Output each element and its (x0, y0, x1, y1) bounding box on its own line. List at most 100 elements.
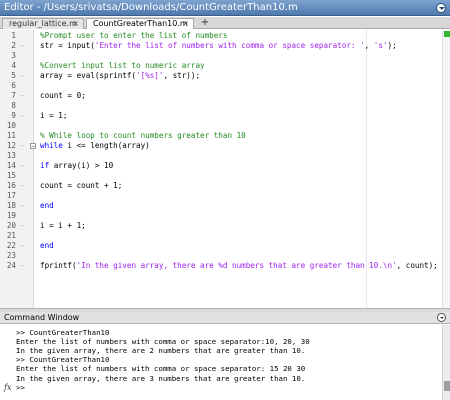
close-tab-icon[interactable]: × (182, 19, 189, 29)
line-number: 3 (11, 51, 16, 60)
breakpoint-marker[interactable]: - (20, 41, 26, 51)
keyword-token: end (40, 241, 54, 250)
command-window-scrollbar[interactable] (442, 325, 450, 400)
code-line[interactable]: 18- end (0, 201, 440, 211)
breakpoint-marker[interactable]: - (20, 91, 26, 101)
code-line[interactable]: 15 (0, 171, 440, 181)
command-window-actions-menu-icon[interactable] (437, 313, 446, 322)
string-token: 'Enter the list of numbers with comma or… (94, 41, 365, 50)
code-token: str = input( (40, 41, 95, 50)
code-token: array = eval(sprintf( (40, 71, 137, 80)
breakpoint-marker[interactable]: - (20, 221, 26, 231)
tab-label: CountGreaterThan10.m (93, 19, 188, 28)
code-line[interactable]: 20- i = i + 1; (0, 221, 440, 231)
command-window[interactable]: >> CountGreaterThan10 Enter the list of n… (0, 325, 450, 400)
add-tab-button[interactable]: + (198, 18, 212, 29)
breakpoint-marker[interactable]: - (20, 201, 26, 211)
code-text: if array(i) > 10 (40, 161, 113, 171)
line-number: 6 (11, 81, 16, 90)
scrollbar-thumb[interactable] (444, 381, 450, 391)
command-prompt[interactable]: >> (16, 383, 29, 392)
code-line[interactable]: 8 (0, 101, 440, 111)
code-analyzer-ok-icon (444, 31, 450, 37)
fold-toggle-icon[interactable]: − (30, 143, 36, 150)
line-number: 23 (6, 251, 16, 260)
keyword-token: end (40, 201, 54, 210)
code-token: i = i + 1; (40, 221, 86, 230)
function-browser-icon[interactable]: fx (4, 383, 11, 392)
code-token: fprintf( (40, 261, 77, 270)
code-token: i <= length(array) (62, 141, 150, 150)
code-line[interactable]: 22- end (0, 241, 440, 251)
breakpoint-marker[interactable]: - (20, 181, 26, 191)
code-line[interactable]: 5- array = eval(sprintf('[%s]', str)); (0, 71, 440, 81)
keyword-token: if (40, 161, 50, 170)
line-number: 8 (11, 101, 16, 110)
comment-token: %Convert input list to numeric array (40, 61, 205, 70)
code-text: %Prompt user to enter the list of number… (40, 31, 227, 41)
command-window-title-bar: Command Window (0, 312, 450, 324)
command-window-title: Command Window (4, 313, 80, 322)
code-line[interactable]: 9- i = 1; (0, 111, 440, 121)
code-line[interactable]: 14- if array(i) > 10 (0, 161, 440, 171)
line-number: 21 (6, 231, 16, 240)
code-line[interactable]: 12- − while i <= length(array) (0, 141, 440, 151)
code-line[interactable]: 3 (0, 51, 440, 61)
code-line[interactable]: 11 % While loop to count numbers greater … (0, 131, 440, 141)
code-line[interactable]: 10 (0, 121, 440, 131)
console-line: In the given array, there are 2 numbers … (16, 346, 306, 356)
editor-tab-bar: regular_lattice.m × CountGreaterThan10.m… (0, 17, 450, 29)
line-number: 13 (6, 151, 16, 160)
code-line[interactable]: 21 (0, 231, 440, 241)
code-line[interactable]: 13 (0, 151, 440, 161)
code-editor[interactable]: 1 %Prompt user to enter the list of numbe… (0, 30, 450, 308)
code-text: %Convert input list to numeric array (40, 61, 205, 71)
tab-count-greater-than-10[interactable]: CountGreaterThan10.m × (86, 18, 194, 29)
line-number: 12 (6, 141, 16, 150)
code-line[interactable]: 4 %Convert input list to numeric array (0, 61, 440, 71)
code-line[interactable]: 23 (0, 251, 440, 261)
code-line[interactable]: 24- fprintf('In the given array, there ar… (0, 261, 440, 271)
breakpoint-marker[interactable]: - (20, 241, 26, 251)
close-tab-icon[interactable]: × (72, 19, 79, 29)
code-line[interactable]: 2- str = input('Enter the list of numbers… (0, 41, 440, 51)
line-number: 7 (11, 91, 16, 100)
console-line: >> CountGreaterThan10 (16, 328, 110, 337)
string-token: '[%s]' (136, 71, 164, 80)
code-line[interactable]: 19 (0, 211, 440, 221)
line-number: 1 (11, 31, 16, 40)
line-number: 9 (11, 111, 16, 120)
line-number: 5 (11, 71, 16, 80)
breakpoint-marker[interactable]: - (20, 161, 26, 171)
code-line[interactable]: 6 (0, 81, 440, 91)
keyword-token: while (40, 141, 63, 150)
breakpoint-marker[interactable]: - (20, 71, 26, 81)
line-number: 14 (6, 161, 16, 170)
code-token: count = 0; (40, 91, 86, 100)
code-line[interactable]: 17 (0, 191, 440, 201)
code-token: , (364, 41, 374, 50)
editor-actions-menu-icon[interactable] (436, 3, 446, 13)
code-text: count = 0; (40, 91, 86, 101)
tab-regular-lattice[interactable]: regular_lattice.m × (2, 18, 84, 29)
comment-token: %Prompt user to enter the list of number… (40, 31, 228, 40)
code-token: , count); (396, 261, 438, 270)
code-line[interactable]: 16- count = count + 1; (0, 181, 440, 191)
code-token: array(i) > 10 (49, 161, 114, 170)
breakpoint-marker[interactable]: - (20, 261, 26, 271)
line-number: 24 (6, 261, 16, 270)
string-token: 'In the given array, there are %d number… (76, 261, 397, 270)
code-text: count = count + 1; (40, 181, 122, 191)
code-text: array = eval(sprintf('[%s]', str)); (40, 71, 200, 81)
line-number: 10 (6, 121, 16, 130)
line-number: 20 (6, 221, 16, 230)
console-line: >> CountGreaterThan10 (16, 355, 110, 365)
breakpoint-marker[interactable]: - (20, 141, 26, 151)
code-line[interactable]: 7- count = 0; (0, 91, 440, 101)
line-number: 18 (6, 201, 16, 210)
code-text: str = input('Enter the list of numbers w… (40, 41, 397, 51)
editor-scroll-indicator[interactable] (442, 30, 450, 308)
code-line[interactable]: 1 %Prompt user to enter the list of numbe… (0, 31, 440, 41)
breakpoint-marker[interactable]: - (20, 111, 26, 121)
line-number: 11 (6, 131, 16, 140)
